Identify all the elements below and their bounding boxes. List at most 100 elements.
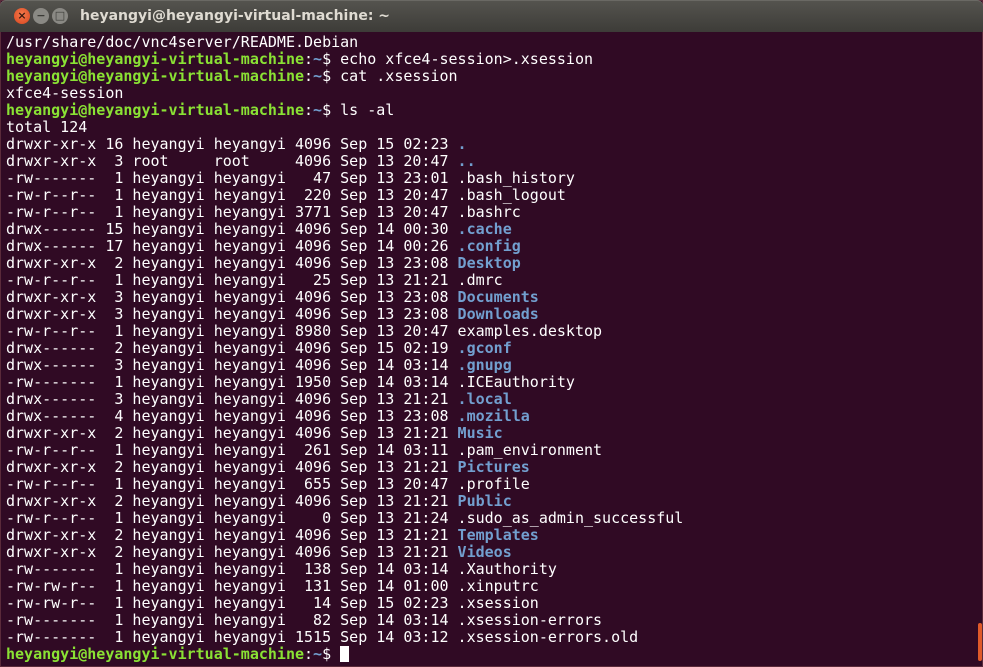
prompt-path: ~ <box>313 50 323 68</box>
listing-row: drwxr-xr-x 2 heyangyi heyangyi 4096 Sep … <box>6 493 973 510</box>
listing-meta: drwxr-xr-x 2 heyangyi heyangyi 4096 Sep … <box>6 543 458 561</box>
file-name: .sudo_as_admin_successful <box>457 509 684 527</box>
file-name: .bashrc <box>457 203 521 221</box>
terminal-output[interactable]: /usr/share/doc/vnc4server/README.Debian h… <box>6 34 973 663</box>
listing-row: -rw-r--r-- 1 heyangyi heyangyi 8980 Sep … <box>6 323 973 340</box>
listing-row: drwxr-xr-x 2 heyangyi heyangyi 4096 Sep … <box>6 459 973 476</box>
prompt-colon: : <box>304 67 314 85</box>
terminal-window: × − □ heyangyi@heyangyi-virtual-machine:… <box>0 0 983 667</box>
directory-name: .gconf <box>457 339 512 357</box>
listing-meta: -rw-r--r-- 1 heyangyi heyangyi 0 Sep 13 … <box>6 509 458 527</box>
output-text: total 124 <box>6 118 88 136</box>
listing-row: drwx------ 15 heyangyi heyangyi 4096 Sep… <box>6 221 973 238</box>
listing-meta: drwx------ 3 heyangyi heyangyi 4096 Sep … <box>6 390 458 408</box>
listing-meta: drwxr-xr-x 3 heyangyi heyangyi 4096 Sep … <box>6 288 458 306</box>
listing-meta: -rw-rw-r-- 1 heyangyi heyangyi 131 Sep 1… <box>6 577 458 595</box>
prompt-path: ~ <box>313 101 323 119</box>
title-bar[interactable]: × − □ heyangyi@heyangyi-virtual-machine:… <box>0 0 983 32</box>
command-line: heyangyi@heyangyi-virtual-machine:~$ cat… <box>6 68 973 85</box>
directory-name: Music <box>457 424 503 442</box>
listing-row: -rw-r--r-- 1 heyangyi heyangyi 25 Sep 13… <box>6 272 973 289</box>
listing-row: drwx------ 2 heyangyi heyangyi 4096 Sep … <box>6 340 973 357</box>
directory-name: Desktop <box>457 254 521 272</box>
directory-name: .gnupg <box>457 356 512 374</box>
listing-row: -rw------- 1 heyangyi heyangyi 138 Sep 1… <box>6 561 973 578</box>
prompt-colon: : <box>304 645 314 663</box>
prompt-dollar: $ <box>322 67 332 85</box>
listing-row: drwxr-xr-x 2 heyangyi heyangyi 4096 Sep … <box>6 255 973 272</box>
listing-row: -rw-r--r-- 1 heyangyi heyangyi 220 Sep 1… <box>6 187 973 204</box>
current-prompt-line: heyangyi@heyangyi-virtual-machine:~$ <box>6 646 973 663</box>
directory-name: Pictures <box>457 458 530 476</box>
listing-meta: drwxr-xr-x 2 heyangyi heyangyi 4096 Sep … <box>6 254 458 272</box>
listing-meta: drwx------ 17 heyangyi heyangyi 4096 Sep… <box>6 237 458 255</box>
directory-name: .. <box>457 152 476 170</box>
prompt-dollar: $ <box>322 101 332 119</box>
minimize-button[interactable]: − <box>33 8 49 24</box>
listing-row: -rw-r--r-- 1 heyangyi heyangyi 0 Sep 13 … <box>6 510 973 527</box>
prompt-user-host: heyangyi@heyangyi-virtual-machine <box>6 645 305 663</box>
listing-meta: -rw------- 1 heyangyi heyangyi 138 Sep 1… <box>6 560 458 578</box>
prompt-dollar: $ <box>322 50 332 68</box>
scrollbar[interactable] <box>976 32 982 667</box>
directory-name: . <box>457 135 467 153</box>
listing-meta: drwxr-xr-x 2 heyangyi heyangyi 4096 Sep … <box>6 458 458 476</box>
listing-row: drwxr-xr-x 2 heyangyi heyangyi 4096 Sep … <box>6 544 973 561</box>
output-line: /usr/share/doc/vnc4server/README.Debian <box>6 34 973 51</box>
listing-meta: drwx------ 2 heyangyi heyangyi 4096 Sep … <box>6 339 458 357</box>
directory-name: Documents <box>457 288 539 306</box>
listing-meta: -rw-r--r-- 1 heyangyi heyangyi 25 Sep 13… <box>6 271 458 289</box>
file-name: .pam_environment <box>457 441 603 459</box>
prompt-user-host: heyangyi@heyangyi-virtual-machine <box>6 67 305 85</box>
listing-meta: -rw-r--r-- 1 heyangyi heyangyi 655 Sep 1… <box>6 475 458 493</box>
listing-row: drwxr-xr-x 2 heyangyi heyangyi 4096 Sep … <box>6 425 973 442</box>
listing-row: drwxr-xr-x 3 heyangyi heyangyi 4096 Sep … <box>6 289 973 306</box>
listing-row: -rw------- 1 heyangyi heyangyi 1950 Sep … <box>6 374 973 391</box>
listing-meta: -rw-rw-r-- 1 heyangyi heyangyi 14 Sep 15… <box>6 594 458 612</box>
close-button[interactable]: × <box>14 8 30 24</box>
listing-row: -rw-rw-r-- 1 heyangyi heyangyi 131 Sep 1… <box>6 578 973 595</box>
listing-row: drwx------ 4 heyangyi heyangyi 4096 Sep … <box>6 408 973 425</box>
listing-row: -rw-r--r-- 1 heyangyi heyangyi 261 Sep 1… <box>6 442 973 459</box>
output-text: /usr/share/doc/vnc4server/README.Debian <box>6 33 359 51</box>
directory-name: .local <box>457 390 512 408</box>
file-name: .Xauthority <box>457 560 557 578</box>
file-name: .xinputrc <box>457 577 539 595</box>
directory-name: .config <box>457 237 521 255</box>
close-icon: × <box>17 9 27 22</box>
listing-row: drwx------ 17 heyangyi heyangyi 4096 Sep… <box>6 238 973 255</box>
command-text: echo xfce4-session>.xsession <box>331 50 594 68</box>
directory-name: Downloads <box>457 305 539 323</box>
listing-meta: -rw-r--r-- 1 heyangyi heyangyi 261 Sep 1… <box>6 441 458 459</box>
command-line: heyangyi@heyangyi-virtual-machine:~$ ls … <box>6 102 973 119</box>
command-line: heyangyi@heyangyi-virtual-machine:~$ ech… <box>6 51 973 68</box>
prompt-path: ~ <box>313 67 323 85</box>
listing-row: -rw-rw-r-- 1 heyangyi heyangyi 14 Sep 15… <box>6 595 973 612</box>
prompt-user-host: heyangyi@heyangyi-virtual-machine <box>6 101 305 119</box>
file-name: examples.desktop <box>457 322 603 340</box>
maximize-button[interactable]: □ <box>52 8 68 24</box>
listing-row: -rw-r--r-- 1 heyangyi heyangyi 3771 Sep … <box>6 204 973 221</box>
listing-meta: -rw------- 1 heyangyi heyangyi 82 Sep 14… <box>6 611 458 629</box>
directory-name: .mozilla <box>457 407 530 425</box>
file-name: .bash_history <box>457 169 575 187</box>
listing-meta: -rw------- 1 heyangyi heyangyi 47 Sep 13… <box>6 169 458 187</box>
prompt-colon: : <box>304 50 314 68</box>
listing-row: -rw------- 1 heyangyi heyangyi 47 Sep 13… <box>6 170 973 187</box>
text-cursor <box>340 646 350 662</box>
scrollbar-thumb[interactable] <box>978 623 982 661</box>
output-text: xfce4-session <box>6 84 124 102</box>
file-name: .xsession-errors.old <box>457 628 639 646</box>
command-text: cat .xsession <box>331 67 458 85</box>
minimize-icon: − <box>36 9 46 22</box>
listing-meta: drwxr-xr-x 2 heyangyi heyangyi 4096 Sep … <box>6 492 458 510</box>
current-input <box>331 645 340 663</box>
file-name: .xsession-errors <box>457 611 603 629</box>
directory-name: Videos <box>457 543 512 561</box>
file-name: .xsession <box>457 594 539 612</box>
listing-meta: drwxr-xr-x 2 heyangyi heyangyi 4096 Sep … <box>6 526 458 544</box>
file-name: .profile <box>457 475 530 493</box>
window-title: heyangyi@heyangyi-virtual-machine: ~ <box>80 8 391 24</box>
prompt-user-host: heyangyi@heyangyi-virtual-machine <box>6 50 305 68</box>
listing-meta: -rw------- 1 heyangyi heyangyi 1515 Sep … <box>6 628 458 646</box>
